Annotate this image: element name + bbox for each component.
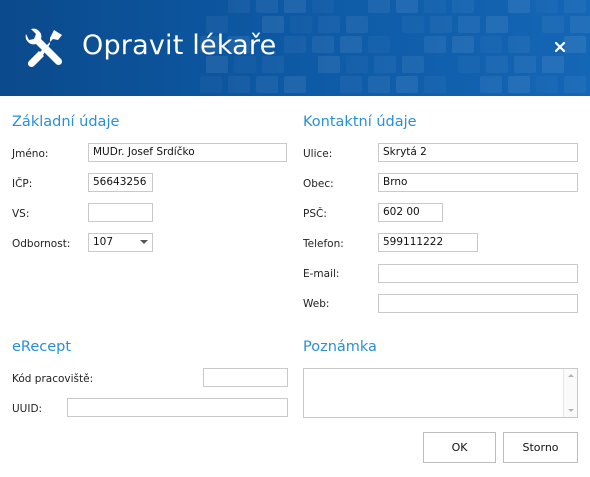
- header-tile: [340, 36, 362, 53]
- section-title-note: Poznámka: [303, 339, 377, 355]
- header-tile: [424, 0, 446, 13]
- header-tile: [452, 0, 474, 13]
- cancel-button[interactable]: Storno: [503, 432, 578, 463]
- header-tile: [458, 16, 480, 33]
- email-field[interactable]: [378, 264, 578, 283]
- field-label-workplace-code: Kód pracoviště:: [12, 373, 94, 385]
- header-tile: [318, 56, 340, 73]
- header-tile: [200, 76, 222, 93]
- header-tile: [284, 36, 306, 53]
- header-tile: [256, 76, 278, 93]
- header-tile: [542, 16, 564, 33]
- header-tile: [542, 56, 564, 73]
- chevron-down-icon: [140, 240, 148, 244]
- uuid-field[interactable]: [67, 398, 288, 417]
- close-icon[interactable]: [553, 40, 567, 54]
- header-tile: [290, 16, 312, 33]
- scrollbar[interactable]: [563, 369, 577, 417]
- scroll-down-icon[interactable]: [568, 409, 574, 412]
- field-label-phone: Telefon:: [303, 238, 344, 250]
- header-tile: [228, 76, 250, 93]
- odbornost-select[interactable]: 107: [88, 233, 153, 252]
- header-tile: [536, 76, 558, 93]
- header-tile: [508, 76, 530, 93]
- header-tile: [284, 0, 306, 13]
- header-tile: [318, 16, 340, 33]
- workplace-code-field[interactable]: [203, 368, 288, 387]
- header-tile: [508, 36, 530, 53]
- header-tile: [424, 36, 446, 53]
- header-tile: [346, 16, 368, 33]
- field-label-odbornost: Odbornost:: [12, 238, 71, 250]
- header-tile: [368, 36, 390, 53]
- scroll-up-icon[interactable]: [568, 374, 574, 377]
- header-tile: [480, 36, 502, 53]
- header-tile: [368, 76, 390, 93]
- header-tile: [536, 0, 558, 13]
- field-label-vs: VS:: [12, 208, 30, 220]
- field-label-city: Obec:: [303, 178, 334, 190]
- header-tile: [508, 0, 530, 13]
- header-tile: [368, 0, 390, 13]
- zip-field[interactable]: 602 00: [378, 203, 443, 222]
- header-tile: [564, 76, 586, 93]
- field-label-name: Jméno:: [12, 148, 49, 160]
- section-title-basic: Základní údaje: [12, 114, 120, 130]
- note-textarea[interactable]: [303, 368, 578, 418]
- web-field[interactable]: [378, 294, 578, 313]
- header-tile: [486, 16, 508, 33]
- header-tile: [514, 56, 536, 73]
- header-tile: [256, 0, 278, 13]
- header-tile: [312, 36, 334, 53]
- icp-field[interactable]: 56643256: [88, 173, 153, 192]
- header-tile: [564, 36, 586, 53]
- header-tile: [402, 56, 424, 73]
- header-tile: [396, 0, 418, 13]
- field-label-zip: PSČ:: [303, 208, 327, 220]
- dialog-header: Opravit lékaře: [0, 0, 590, 96]
- header-tile: [396, 76, 418, 93]
- field-label-web: Web:: [303, 298, 330, 310]
- header-tile: [346, 56, 368, 73]
- section-title-contact: Kontaktní údaje: [303, 114, 417, 130]
- header-tile: [452, 36, 474, 53]
- city-field[interactable]: Brno: [378, 173, 578, 192]
- field-label-uuid: UUID:: [12, 403, 43, 415]
- header-tile: [340, 76, 362, 93]
- header-tile: [284, 76, 306, 93]
- dialog-title: Opravit lékaře: [82, 30, 277, 61]
- header-tile: [402, 16, 424, 33]
- field-label-street: Ulice:: [303, 148, 333, 160]
- phone-field[interactable]: 599111222: [378, 233, 478, 252]
- header-tile: [480, 76, 502, 93]
- field-label-email: E-mail:: [303, 268, 340, 280]
- tools-icon: [25, 28, 63, 68]
- odbornost-value: 107: [93, 236, 114, 248]
- header-tile: [228, 0, 250, 13]
- field-label-icp: IČP:: [12, 178, 33, 190]
- header-tile: [458, 56, 480, 73]
- header-tile: [486, 56, 508, 73]
- header-tile: [564, 0, 586, 13]
- name-field[interactable]: MUDr. Josef Srdíčko: [88, 143, 287, 162]
- header-tile: [424, 76, 446, 93]
- street-field[interactable]: Skrytá 2: [378, 143, 578, 162]
- header-tile: [374, 56, 396, 73]
- vs-field[interactable]: [88, 203, 153, 222]
- header-tile: [430, 16, 452, 33]
- header-tile: [570, 16, 590, 33]
- section-title-erecept: eRecept: [12, 339, 72, 355]
- header-tile: [312, 0, 334, 13]
- ok-button[interactable]: OK: [423, 432, 496, 463]
